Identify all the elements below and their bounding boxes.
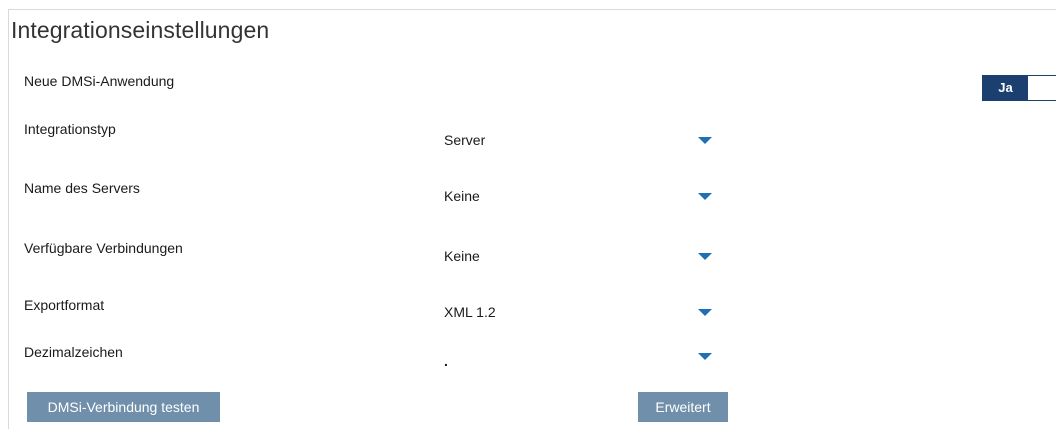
connections-label: Verfügbare Verbindungen <box>24 240 183 256</box>
page-title: Integrationseinstellungen <box>11 17 270 43</box>
decimal-sign-label: Dezimalzeichen <box>24 344 123 360</box>
caret-down-icon <box>698 193 712 200</box>
decimal-sign-select[interactable]: . <box>444 353 716 377</box>
export-format-label: Exportformat <box>24 297 105 313</box>
integration-type-value: Server <box>444 132 486 148</box>
connections-value: Keine <box>444 248 480 264</box>
connections-select[interactable]: Keine <box>444 248 716 272</box>
new-app-toggle[interactable]: Ja <box>982 75 1056 101</box>
integration-type-select[interactable]: Server <box>444 132 716 156</box>
server-name-value: Keine <box>444 188 480 204</box>
integration-type-label: Integrationstyp <box>24 121 116 137</box>
caret-down-icon <box>698 353 712 360</box>
server-name-select[interactable]: Keine <box>444 188 716 212</box>
toggle-on-label: Ja <box>983 76 1028 100</box>
export-format-select[interactable]: XML 1.2 <box>444 304 716 328</box>
test-connection-button[interactable]: DMSi-Verbindung testen <box>27 392 220 422</box>
new-app-label: Neue DMSi-Anwendung <box>24 73 175 89</box>
caret-down-icon <box>698 309 712 316</box>
export-format-value: XML 1.2 <box>444 304 496 320</box>
caret-down-icon <box>698 137 712 144</box>
caret-down-icon <box>698 253 712 260</box>
advanced-button[interactable]: Erweitert <box>638 392 728 422</box>
server-name-label: Name des Servers <box>24 180 140 196</box>
decimal-sign-value: . <box>444 353 448 369</box>
